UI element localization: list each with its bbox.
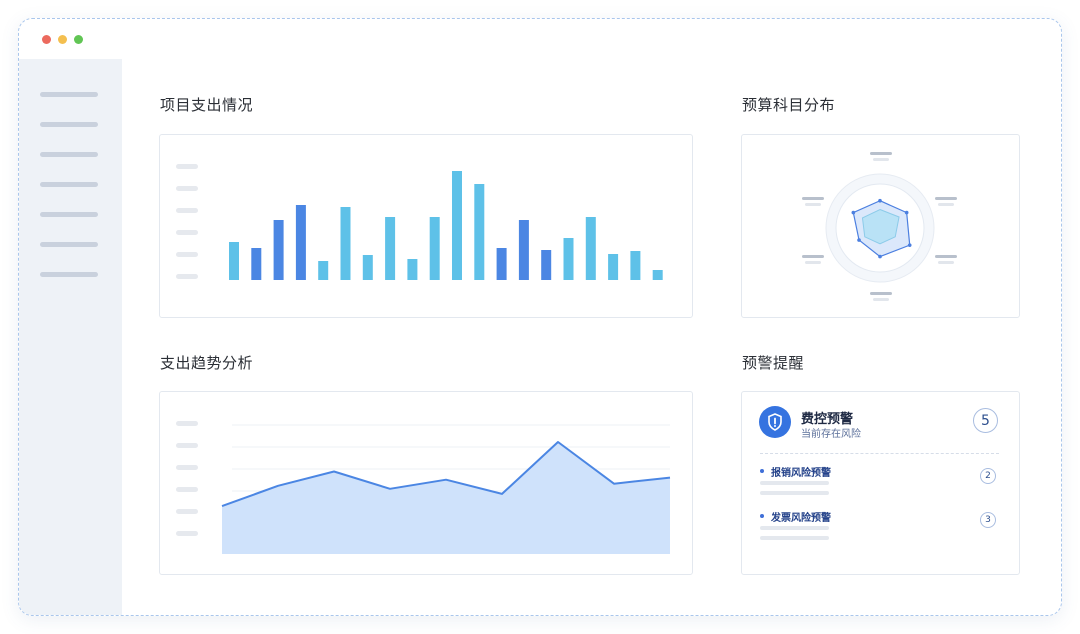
radar-label-placeholder xyxy=(873,298,889,301)
bar xyxy=(362,255,373,280)
sidebar-item-1[interactable] xyxy=(40,92,98,97)
bar xyxy=(652,270,663,280)
bar xyxy=(229,242,239,280)
bar xyxy=(630,251,641,280)
shield-alert-icon xyxy=(759,406,791,438)
radar-point xyxy=(857,238,861,242)
expense-section-title: 项目支出情况 xyxy=(160,96,254,114)
alert-subtitle: 当前存在风险 xyxy=(801,429,861,440)
expense-bar-chart xyxy=(176,164,663,280)
radar-label-placeholder xyxy=(805,261,821,264)
bar xyxy=(318,261,329,280)
bar xyxy=(251,248,262,280)
alert-total-count[interactable]: 5 xyxy=(973,408,998,433)
radar-point xyxy=(878,254,882,259)
radar-point xyxy=(851,210,856,215)
radar-label-placeholder xyxy=(870,292,892,295)
trend-area-chart xyxy=(176,421,671,554)
bar xyxy=(340,207,351,280)
sidebar-item-6[interactable] xyxy=(40,242,98,247)
maximize-window-button[interactable] xyxy=(74,35,83,44)
y-tick-placeholder xyxy=(176,531,198,536)
radar-point xyxy=(878,198,882,203)
sidebar-item-3[interactable] xyxy=(40,152,98,157)
alert-item-label[interactable]: 发票风险预警 xyxy=(771,509,831,524)
radar-point xyxy=(904,210,909,215)
placeholder-line xyxy=(760,536,829,540)
bar xyxy=(407,259,418,280)
budget-radar-card xyxy=(741,134,1020,318)
budget-section-title: 预算科目分布 xyxy=(742,96,836,114)
sidebar xyxy=(19,59,122,615)
radar-label-placeholder xyxy=(802,255,824,258)
radar-label-placeholder xyxy=(870,152,892,155)
radar-label-placeholder xyxy=(805,203,821,206)
radar-label-placeholder xyxy=(938,261,954,264)
alerts-section-title: 预警提醒 xyxy=(742,354,805,372)
bar xyxy=(295,205,306,280)
bar xyxy=(452,171,462,280)
bar xyxy=(541,250,552,280)
close-window-button[interactable] xyxy=(42,35,51,44)
y-tick-placeholder xyxy=(176,164,198,169)
sidebar-item-4[interactable] xyxy=(40,182,98,187)
alerts-card: 费控预警 当前存在风险 5 报销风险预警 2 发票风险预警 3 xyxy=(741,391,1020,575)
bullet-icon xyxy=(760,514,764,518)
alert-item-label[interactable]: 报销风险预警 xyxy=(771,464,831,479)
bullet-icon xyxy=(760,469,764,473)
budget-radar-chart xyxy=(802,152,957,301)
bar xyxy=(563,238,574,280)
alert-item-count: 2 xyxy=(980,468,996,484)
y-tick-placeholder xyxy=(176,509,198,514)
bar xyxy=(496,248,507,280)
y-tick-placeholder xyxy=(176,274,198,279)
bar xyxy=(385,217,396,280)
y-tick-placeholder xyxy=(176,421,198,426)
trend-area-chart-card xyxy=(159,391,693,575)
divider xyxy=(760,453,999,454)
sidebar-item-7[interactable] xyxy=(40,272,98,277)
bar xyxy=(518,220,529,280)
area-fill xyxy=(222,442,670,554)
radar-label-placeholder xyxy=(935,255,957,258)
radar-label-placeholder xyxy=(873,158,889,161)
y-tick-placeholder xyxy=(176,208,198,213)
bar xyxy=(474,184,485,280)
alert-item-count: 3 xyxy=(980,512,996,528)
expense-bar-chart-card xyxy=(159,134,693,318)
title-bar xyxy=(19,19,1061,59)
sidebar-item-2[interactable] xyxy=(40,122,98,127)
radar-label-placeholder xyxy=(938,203,954,206)
placeholder-line xyxy=(760,491,829,495)
placeholder-line xyxy=(760,481,829,485)
y-tick-placeholder xyxy=(176,465,198,470)
bar xyxy=(608,254,619,280)
y-tick-placeholder xyxy=(176,443,198,448)
y-tick-placeholder xyxy=(176,252,198,257)
radar-label-placeholder xyxy=(802,197,824,200)
radar-point xyxy=(907,243,912,247)
radar-label-placeholder xyxy=(935,197,957,200)
y-tick-placeholder xyxy=(176,186,198,191)
trend-section-title: 支出趋势分析 xyxy=(160,354,254,372)
bar xyxy=(585,217,596,280)
y-tick-placeholder xyxy=(176,487,198,492)
bar xyxy=(273,220,284,280)
placeholder-line xyxy=(760,526,829,530)
bar xyxy=(429,217,440,280)
sidebar-item-5[interactable] xyxy=(40,212,98,217)
app-window: 项目支出情况 预算科目分布 支出趋势分析 预警提醒 费控预警 当前存在风险 5 … xyxy=(18,18,1062,616)
y-tick-placeholder xyxy=(176,230,198,235)
minimize-window-button[interactable] xyxy=(58,35,67,44)
